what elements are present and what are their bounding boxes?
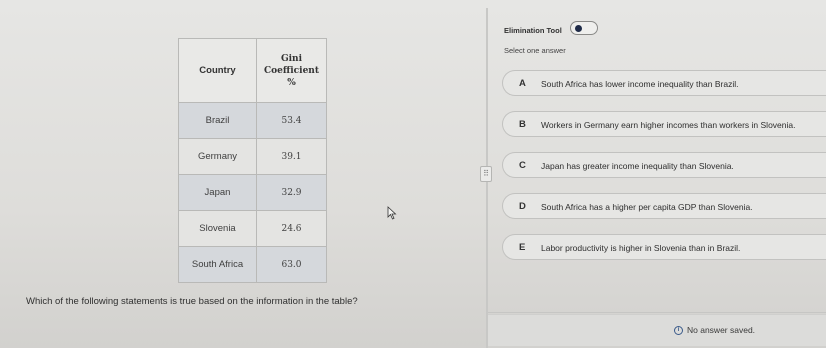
table-row: Slovenia 24.6	[178, 210, 327, 247]
option-letter: E	[519, 242, 526, 253]
answer-option-e[interactable]: E Labor productivity is higher in Sloven…	[502, 234, 826, 260]
country-cell: Brazil	[178, 102, 257, 139]
gini-header-line: %	[287, 77, 296, 88]
toggle-knob	[575, 25, 582, 32]
table-row: Germany 39.1	[178, 138, 327, 175]
table-row: Japan 32.9	[178, 174, 327, 211]
exam-screen: Country Gini Coefficient % Brazil 53.4 G…	[0, 0, 826, 348]
option-text: South Africa has lower income inequality…	[541, 79, 739, 89]
option-text: Labor productivity is higher in Slovenia…	[541, 243, 741, 253]
table-row: South Africa 63.0	[178, 246, 327, 283]
answer-option-b[interactable]: B Workers in Germany earn higher incomes…	[502, 111, 826, 137]
mouse-pointer-icon	[387, 206, 397, 220]
column-header-country: Country	[178, 38, 257, 103]
select-one-answer-label: Select one answer	[504, 46, 566, 55]
country-cell: Slovenia	[178, 210, 257, 247]
gini-cell: 24.6	[256, 210, 327, 247]
gini-table: Country Gini Coefficient % Brazil 53.4 G…	[178, 38, 327, 283]
option-text: Japan has greater income inequality than…	[541, 161, 734, 171]
column-header-gini: Gini Coefficient %	[256, 38, 327, 103]
table-row: Brazil 53.4	[178, 102, 327, 139]
answer-status-bar: i No answer saved.	[488, 314, 826, 346]
country-cell: Germany	[178, 138, 257, 175]
option-letter: B	[519, 119, 526, 130]
answer-option-c[interactable]: C Japan has greater income inequality th…	[502, 152, 826, 178]
answer-pane: Elimination Tool Select one answer A Sou…	[488, 8, 826, 348]
gini-cell: 32.9	[256, 174, 327, 211]
info-icon: i	[674, 326, 683, 335]
elimination-tool-toggle[interactable]	[570, 21, 598, 35]
gini-header-line: Coefficient	[263, 65, 320, 76]
option-letter: D	[519, 201, 526, 212]
elimination-tool-label: Elimination Tool	[504, 26, 562, 35]
option-text: South Africa has a higher per capita GDP…	[541, 202, 753, 212]
country-cell: South Africa	[178, 246, 257, 283]
answer-option-a[interactable]: A South Africa has lower income inequali…	[502, 70, 826, 96]
option-letter: A	[519, 78, 526, 89]
option-text: Workers in Germany earn higher incomes t…	[541, 120, 796, 130]
gini-cell: 63.0	[256, 246, 327, 283]
gini-cell: 39.1	[256, 138, 327, 175]
answer-option-d[interactable]: D South Africa has a higher per capita G…	[502, 193, 826, 219]
status-divider	[488, 312, 826, 313]
question-text: Which of the following statements is tru…	[26, 296, 358, 307]
passage-pane: Country Gini Coefficient % Brazil 53.4 G…	[0, 8, 486, 348]
answer-status-text: No answer saved.	[687, 325, 756, 335]
gini-header-line: Gini	[280, 53, 303, 64]
gini-cell: 53.4	[256, 102, 327, 139]
option-letter: C	[519, 160, 526, 171]
country-cell: Japan	[178, 174, 257, 211]
table-header-row: Country Gini Coefficient %	[178, 38, 327, 103]
